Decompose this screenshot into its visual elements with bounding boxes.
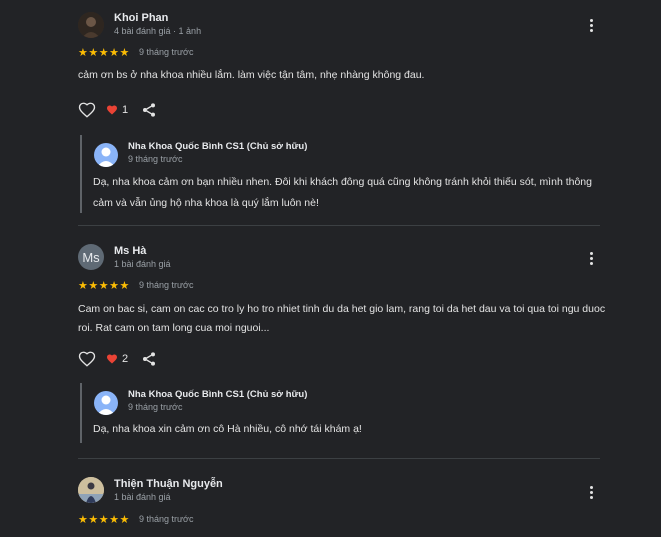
reviewer-avatar[interactable] <box>78 12 104 38</box>
review-text: Cam on bac si, cam on cac co tro ly ho t… <box>78 303 606 334</box>
more-vert-icon[interactable] <box>584 16 598 34</box>
share-icon[interactable] <box>141 351 157 367</box>
reviewer-name[interactable]: Khoi Phan <box>114 12 168 24</box>
review-card: Ms Ms Hà 1 bài đánh giá ★★★★★ 9 tháng tr… <box>0 226 661 458</box>
owner-reply-time: 9 tháng trước <box>128 154 183 164</box>
owner-avatar <box>94 143 118 167</box>
reviewer-avatar[interactable] <box>78 477 104 503</box>
review-time: 9 tháng trước <box>139 280 194 290</box>
reviewer-meta: 1 bài đánh giá <box>114 259 171 269</box>
review-card: Thiện Thuận Nguyễn 1 bài đánh giá ★★★★★ … <box>0 459 661 537</box>
owner-reply-time: 9 tháng trước <box>128 402 183 412</box>
like-button[interactable]: 1 <box>106 101 128 119</box>
review-actions: 1 <box>78 101 168 119</box>
owner-reply-text: Dạ, nha khoa cảm ơn bạn nhiều nhen. Đôi … <box>93 176 592 209</box>
more-vert-icon[interactable] <box>584 483 598 501</box>
owner-name: Nha Khoa Quốc Bình CS1 (Chủ sở hữu) <box>128 141 308 152</box>
heart-filled-icon <box>107 354 117 364</box>
reviewer-meta: 4 bài đánh giá · 1 ảnh <box>114 26 202 36</box>
review-time: 9 tháng trước <box>139 514 194 524</box>
review-text: cảm ơn bs ở nha khoa nhiều lắm. làm việc… <box>78 69 425 81</box>
owner-name: Nha Khoa Quốc Bình CS1 (Chủ sở hữu) <box>128 389 308 400</box>
heart-outline-icon[interactable] <box>78 350 96 368</box>
star-rating: ★★★★★ <box>78 47 130 59</box>
more-vert-icon[interactable] <box>584 249 598 267</box>
reviewer-name[interactable]: Ms Hà <box>114 245 146 257</box>
review-time: 9 tháng trước <box>139 47 194 57</box>
owner-reply: Nha Khoa Quốc Bình CS1 (Chủ sở hữu) 9 th… <box>80 135 602 213</box>
like-count: 1 <box>122 104 129 116</box>
star-rating: ★★★★★ <box>78 514 130 526</box>
star-rating: ★★★★★ <box>78 280 130 292</box>
avatar-initials: Ms <box>82 249 100 265</box>
reviewer-avatar[interactable]: Ms <box>78 244 104 270</box>
reviewer-name[interactable]: Thiện Thuận Nguyễn <box>114 478 223 490</box>
share-icon[interactable] <box>141 102 157 118</box>
heart-filled-icon <box>107 105 117 115</box>
heart-outline-icon[interactable] <box>78 101 96 119</box>
like-count: 2 <box>122 353 129 365</box>
owner-reply-text: Dạ, nha khoa xin cảm ơn cô Hà nhiều, cô … <box>93 423 362 435</box>
like-button[interactable]: 2 <box>106 350 128 368</box>
reviewer-meta: 1 bài đánh giá <box>114 492 171 502</box>
review-card: Khoi Phan 4 bài đánh giá · 1 ảnh ★★★★★ 9… <box>0 0 661 225</box>
review-actions: 2 <box>78 350 168 368</box>
owner-avatar <box>94 391 118 415</box>
owner-reply: Nha Khoa Quốc Bình CS1 (Chủ sở hữu) 9 th… <box>80 383 602 443</box>
